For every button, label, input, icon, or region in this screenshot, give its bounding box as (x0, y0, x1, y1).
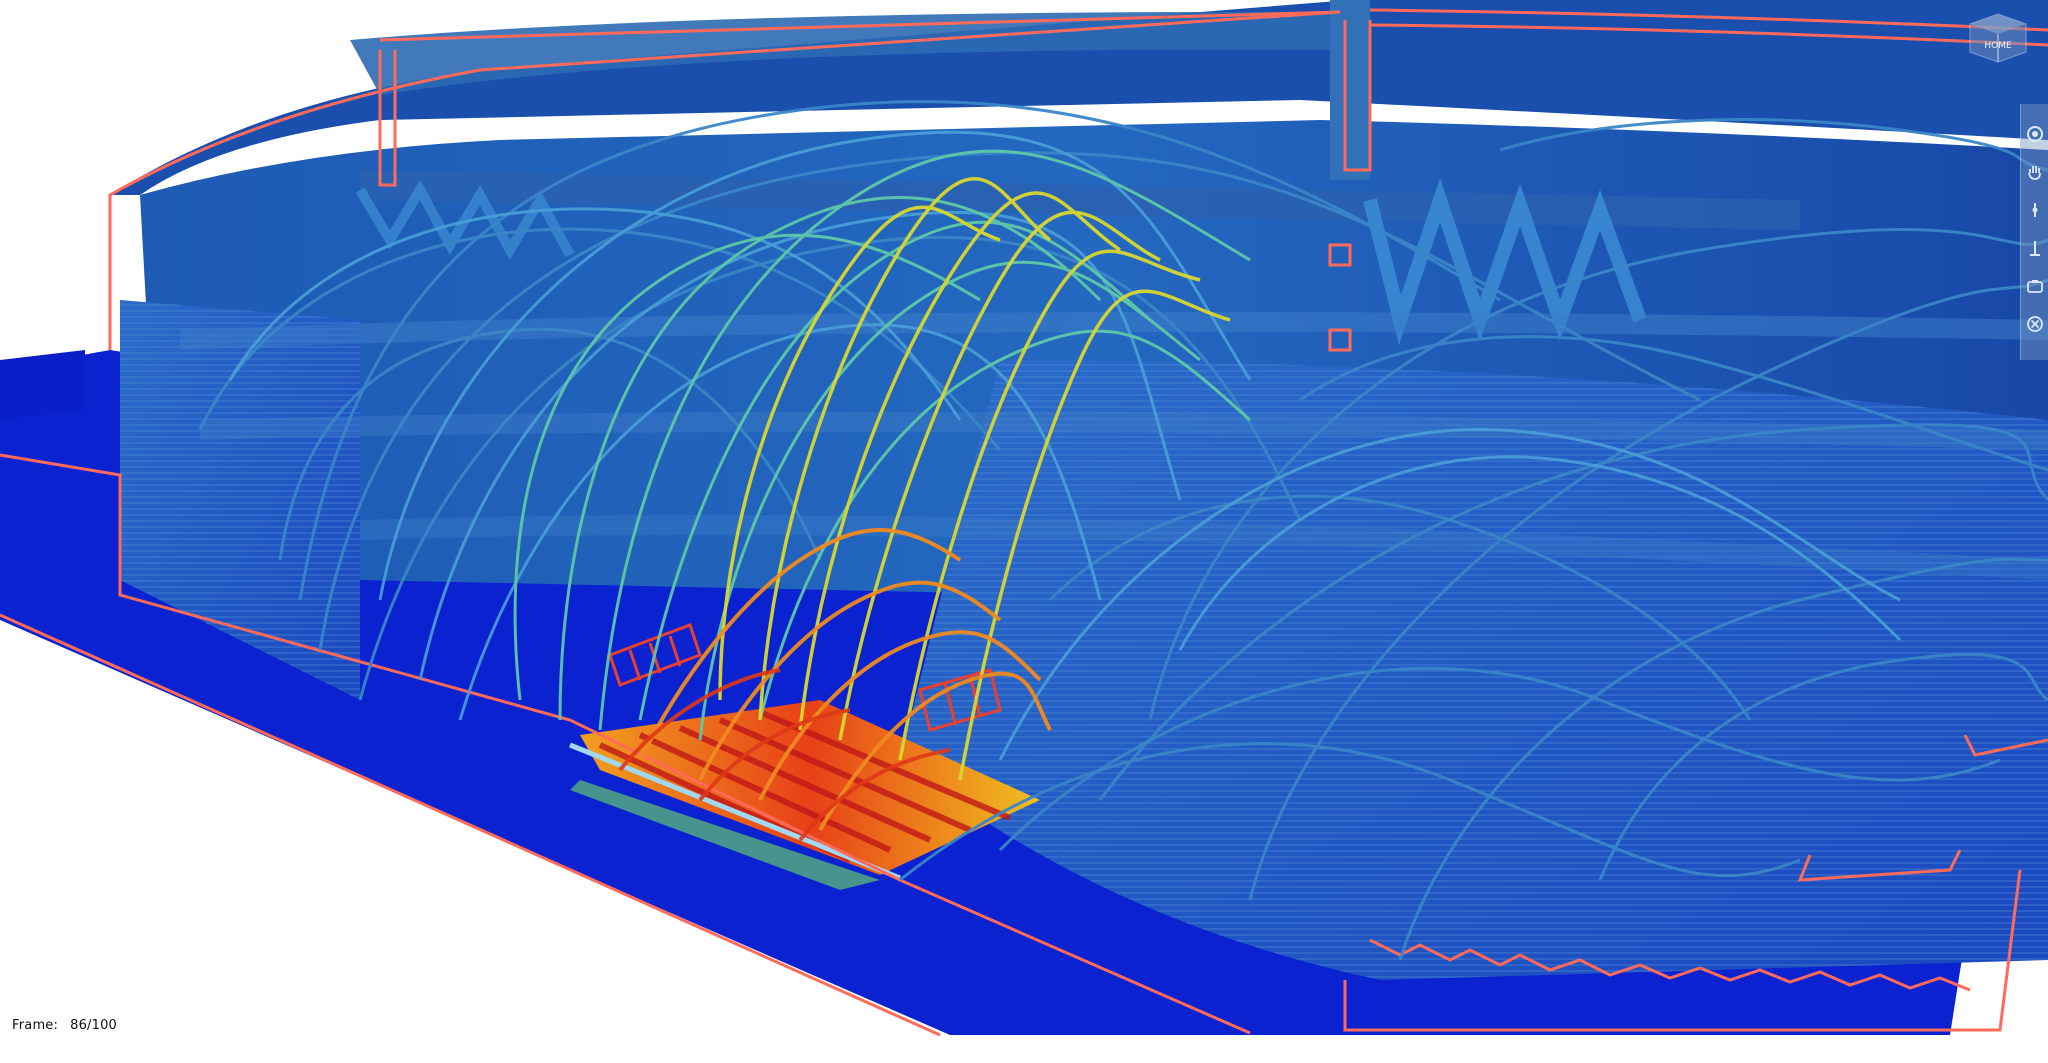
floor-left-block (0, 350, 85, 420)
viewcube-label: HOME (1984, 41, 2012, 51)
cfd-streamline-scene[interactable] (0, 0, 2048, 1063)
navigation-toolbar (2020, 104, 2048, 360)
zoom-icon[interactable] (2025, 200, 2045, 220)
3d-viewport[interactable]: HOME Frame: 86/100 (0, 0, 2048, 1063)
frame-counter: 86/100 (70, 1018, 118, 1033)
frame-label: Frame: (12, 1018, 59, 1033)
truss-column (1330, 0, 1370, 180)
hand-icon[interactable] (2025, 162, 2045, 182)
close-circle-icon[interactable] (2025, 314, 2045, 334)
frame-readout: Frame: 86/100 (12, 1018, 117, 1033)
viewcube[interactable]: HOME (1962, 6, 2034, 68)
orbit-icon[interactable] (2025, 124, 2045, 144)
camera-icon[interactable] (2025, 276, 2045, 296)
viewcube-icon: HOME (1969, 13, 2027, 63)
section-icon[interactable] (2025, 238, 2045, 258)
